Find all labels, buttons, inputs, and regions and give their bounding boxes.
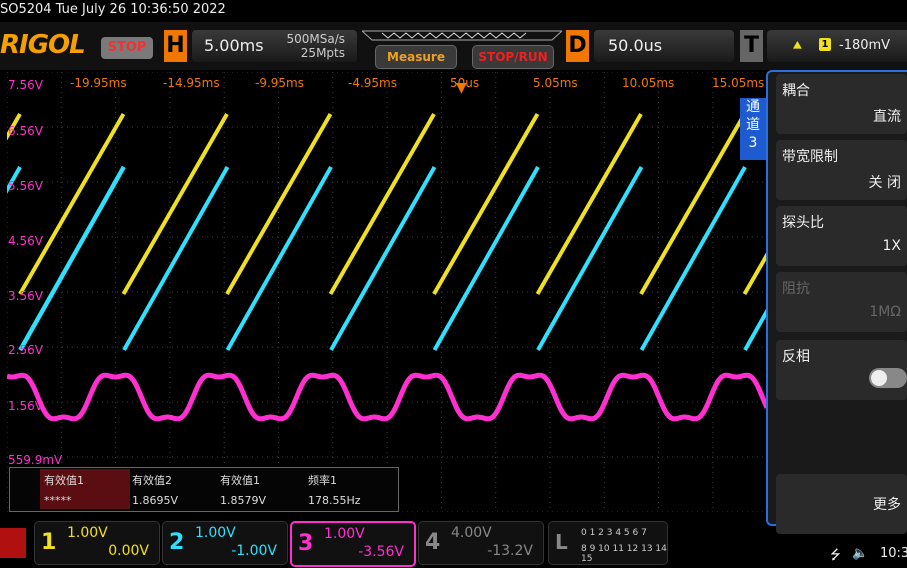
time-label: -19.95ms — [70, 76, 127, 90]
channel-2-offset: -1.00V — [231, 543, 277, 559]
volt-label: 6.56V — [8, 124, 43, 138]
menu-tab-line2: 道 — [746, 117, 760, 133]
menu-probe-label: 探头比 — [782, 215, 824, 231]
time-label: 50us — [450, 76, 480, 90]
invert-toggle[interactable] — [869, 368, 907, 388]
channel-1-offset: 0.00V — [108, 543, 149, 559]
run-state-badge[interactable]: STOP — [101, 37, 153, 59]
measurement-4-value: 178.55Hz — [308, 494, 361, 507]
delay-display[interactable]: 50.0us — [594, 30, 734, 62]
channel-4-card[interactable]: 4 4.00V -13.2V — [418, 521, 544, 565]
menu-more-label: 更多 — [873, 497, 901, 513]
menu-probe-ratio[interactable]: 探头比 1X — [776, 206, 907, 266]
measurement-3-value: 1.8579V — [220, 494, 267, 507]
menu-bandwidth-label: 带宽限制 — [782, 149, 838, 165]
channel-2-card[interactable]: 2 1.00V -1.00V — [162, 521, 288, 565]
measurement-1-name: 有效值1 — [44, 474, 84, 487]
channel-3-offset: -3.56V — [358, 544, 404, 560]
volt-label: 2.56V — [8, 343, 43, 357]
volt-label: 4.56V — [8, 234, 43, 248]
measurement-3-name: 有效值1 — [220, 474, 260, 487]
volt-label: 7.56V — [8, 78, 43, 92]
menu-invert-label: 反相 — [782, 349, 810, 365]
channel-1-number: 1 — [41, 530, 57, 555]
menu-tab-channel3[interactable]: 通 道 3 — [740, 98, 766, 160]
channel-1-card[interactable]: 1 1.00V 0.00V — [34, 521, 160, 565]
channel-menu: 耦合 直流 带宽限制 关 闭 探头比 1X 阻抗 1MΩ 反相 更多 — [766, 70, 907, 534]
stop-run-button[interactable]: STOP/RUN — [472, 45, 554, 69]
channel-4-number: 4 — [425, 530, 441, 555]
channel-1-scale: 1.00V — [67, 525, 108, 541]
menu-bandwidth-limit[interactable]: 带宽限制 关 闭 — [776, 140, 907, 200]
logic-channels-row1: 0 1 2 3 4 5 6 7 — [581, 528, 647, 538]
channel-4-scale: 4.00V — [451, 525, 492, 541]
channel-2-scale: 1.00V — [195, 525, 236, 541]
timebase-value: 5.00ms — [204, 36, 264, 55]
menu-coupling[interactable]: 耦合 直流 — [776, 74, 907, 134]
trigger-display[interactable]: ⯅ 1 -180mV — [767, 30, 907, 62]
measurement-4-name: 频率1 — [308, 474, 337, 487]
channel-3-scale: 1.00V — [324, 526, 365, 542]
menu-more[interactable]: 更多 — [776, 474, 907, 534]
time-label: 5.05ms — [533, 76, 578, 90]
brand-logo: RIGOL — [0, 30, 86, 60]
menu-invert[interactable]: 反相 — [776, 340, 907, 400]
volt-label: 1.56V — [8, 399, 43, 413]
time-label: 10.05ms — [622, 76, 675, 90]
menu-coupling-label: 耦合 — [782, 83, 810, 99]
trigger-key[interactable]: T — [740, 30, 763, 62]
menu-tab-line3: 3 — [748, 135, 758, 151]
home-menu-icon[interactable] — [0, 528, 26, 558]
measure-button[interactable]: Measure — [375, 45, 457, 69]
volt-label: 5.56V — [8, 179, 43, 193]
measurement-2-name: 有效值2 — [132, 474, 172, 487]
volt-label: 3.56V — [8, 289, 43, 303]
measurement-2-value: 1.8695V — [132, 494, 179, 507]
sound-icon[interactable]: 🔈 — [852, 546, 868, 561]
menu-impedance: 阻抗 1MΩ — [776, 272, 907, 332]
trigger-source: 1 — [819, 38, 831, 51]
channel-3-card[interactable]: 3 1.00V -3.56V — [290, 521, 416, 567]
memory-depth: 25Mpts — [300, 46, 345, 60]
time-label: 15.05ms — [712, 76, 765, 90]
title-text: SO5204 Tue July 26 10:36:50 2022 — [0, 2, 226, 17]
menu-coupling-value: 直流 — [873, 109, 901, 125]
measurement-1-value: ***** — [44, 494, 72, 507]
usb-icon: ⭍ — [830, 548, 841, 563]
sample-rate: 500MSa/s — [286, 32, 345, 46]
time-label: -4.95ms — [348, 76, 397, 90]
menu-tab-line1: 通 — [746, 99, 760, 115]
waveform-display[interactable] — [7, 72, 767, 512]
channel-2-number: 2 — [169, 530, 185, 555]
horizontal-key[interactable]: H — [164, 30, 187, 62]
logic-analyzer-card[interactable]: L 0 1 2 3 4 5 6 7 8 9 10 11 12 13 14 15 — [548, 521, 668, 565]
timebase-display[interactable]: 5.00ms 500MSa/s 25Mpts — [192, 30, 357, 62]
channel-4-offset: -13.2V — [487, 543, 533, 559]
measurement-panel: 有效值1 ***** 有效值2 1.8695V 有效值1 1.8579V 频率1… — [9, 467, 399, 512]
menu-bandwidth-value: 关 闭 — [868, 175, 901, 191]
menu-impedance-label: 阻抗 — [782, 281, 810, 297]
status-time: 10:3 — [880, 546, 907, 561]
time-label: -14.95ms — [163, 76, 220, 90]
delay-key[interactable]: D — [566, 30, 589, 62]
waveform-position-bar[interactable] — [362, 28, 562, 44]
title-bar: SO5204 Tue July 26 10:36:50 2022 — [0, 0, 907, 22]
logic-channels-row2: 8 9 10 11 12 13 14 15 — [581, 544, 667, 564]
logic-key: L — [555, 530, 568, 554]
delay-value: 50.0us — [608, 36, 663, 55]
rising-edge-icon: ⯅ — [791, 36, 804, 55]
time-label: -9.95ms — [255, 76, 304, 90]
grid-lines — [7, 72, 767, 512]
menu-probe-value: 1X — [882, 238, 902, 254]
volt-label: 559.9mV — [8, 453, 63, 467]
channel-3-number: 3 — [298, 531, 314, 556]
menu-impedance-value: 1MΩ — [869, 304, 901, 320]
trigger-level: -180mV — [839, 38, 891, 53]
